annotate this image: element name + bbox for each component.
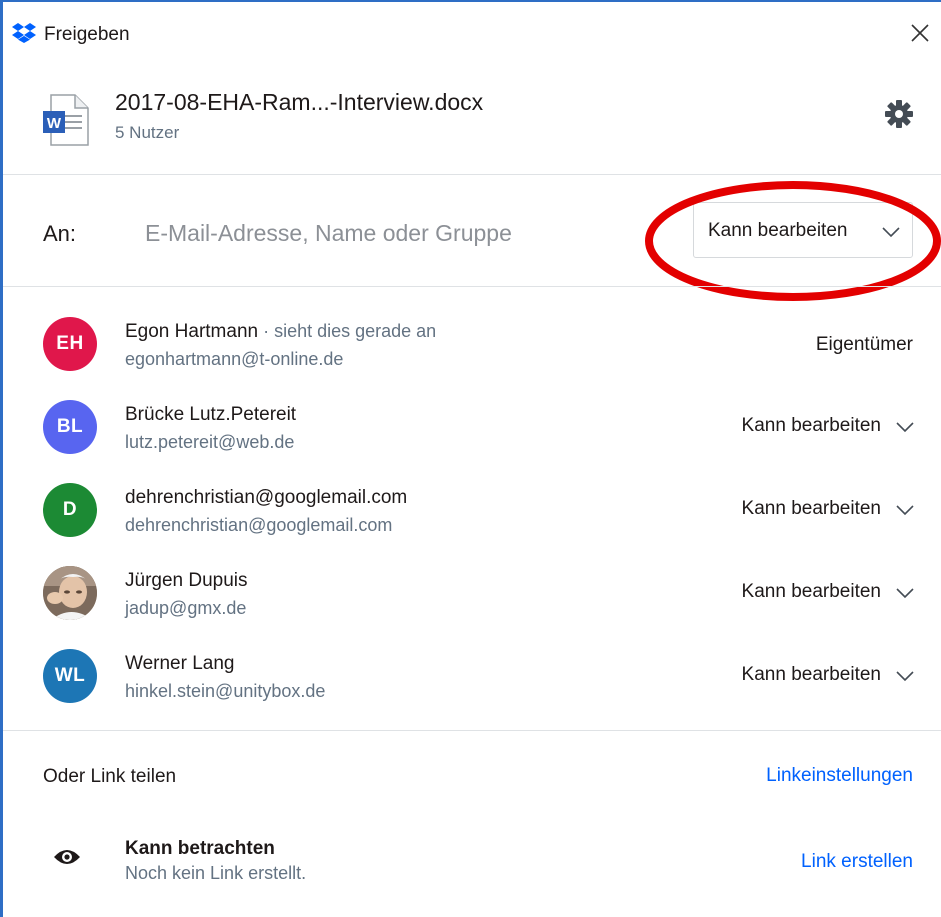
chevron-down-icon xyxy=(896,505,914,516)
avatar-photo xyxy=(43,566,97,620)
divider xyxy=(3,286,941,287)
permission-dropdown[interactable]: Kann bearbeiten xyxy=(693,202,913,258)
member-email: hinkel.stein@unitybox.de xyxy=(125,681,326,701)
member-permission-dropdown[interactable]: Kann bearbeiten xyxy=(742,664,915,686)
to-label: An: xyxy=(43,221,77,246)
member-name: Brücke Lutz.Petereit xyxy=(125,404,297,425)
member-email: dehrenchristian@googlemail.com xyxy=(125,515,393,535)
avatar: D xyxy=(43,483,97,537)
create-link-button[interactable]: Link erstellen xyxy=(801,851,913,873)
gear-icon[interactable] xyxy=(883,98,915,130)
chevron-down-icon xyxy=(896,588,914,599)
file-user-count: 5 Nutzer xyxy=(115,123,180,142)
divider xyxy=(3,174,941,175)
word-document-icon: W xyxy=(43,94,89,146)
share-dialog: Freigeben W 2017-08-EHA-Ram...-Interview… xyxy=(0,0,941,917)
avatar-initials: D xyxy=(62,499,78,520)
chevron-down-icon xyxy=(896,422,914,433)
file-name: 2017-08-EHA-Ram...-Interview.docx xyxy=(115,89,484,115)
dropbox-logo-icon xyxy=(12,23,36,43)
member-role: Kann bearbeiten xyxy=(741,664,881,685)
member-row: D dehrenchristian@googlemail.com dehrenc… xyxy=(3,478,941,558)
member-role: Kann bearbeiten xyxy=(741,498,881,519)
member-name: dehrenchristian@googlemail.com xyxy=(125,487,408,508)
avatar: BL xyxy=(43,400,97,454)
window-title: Freigeben xyxy=(44,24,130,45)
member-email: jadup@gmx.de xyxy=(125,598,247,618)
title-bar: Freigeben xyxy=(3,2,941,64)
divider xyxy=(3,730,941,731)
member-role: Eigentümer xyxy=(815,334,913,355)
avatar-initials: BL xyxy=(56,416,84,437)
chevron-down-icon xyxy=(882,227,900,238)
member-permission-dropdown[interactable]: Kann bearbeiten xyxy=(742,498,915,520)
profile-photo-icon xyxy=(43,566,97,620)
permission-dropdown-label: Kann bearbeiten xyxy=(708,220,848,241)
member-email: lutz.petereit@web.de xyxy=(125,432,295,452)
member-role: Kann bearbeiten xyxy=(741,581,881,602)
member-role: Kann bearbeiten xyxy=(741,415,881,436)
chevron-down-icon xyxy=(896,671,914,682)
member-status: · sieht dies gerade an xyxy=(258,321,437,341)
avatar-initials: EH xyxy=(56,333,84,354)
avatar-initials: WL xyxy=(54,665,86,686)
avatar: EH xyxy=(43,317,97,371)
eye-icon xyxy=(54,850,80,864)
link-share-heading: Oder Link teilen xyxy=(43,766,177,787)
link-status-text: Noch kein Link erstellt. xyxy=(125,863,307,883)
member-name-line: Egon Hartmann · sieht dies gerade an xyxy=(125,321,436,343)
link-permission-title: Kann betrachten xyxy=(125,838,275,859)
member-permission-dropdown[interactable]: Kann bearbeiten xyxy=(742,581,915,603)
member-name: Jürgen Dupuis xyxy=(125,570,248,591)
member-permission-dropdown[interactable]: Kann bearbeiten xyxy=(742,415,915,437)
avatar: WL xyxy=(43,649,97,703)
member-row: WL Werner Lang hinkel.stein@unitybox.de … xyxy=(3,644,941,724)
recipient-input[interactable] xyxy=(145,214,665,252)
svg-text:W: W xyxy=(47,115,62,132)
member-row: EH Egon Hartmann · sieht dies gerade an … xyxy=(3,312,941,392)
member-row: BL Brücke Lutz.Petereit lutz.petereit@we… xyxy=(3,395,941,475)
member-name: Egon Hartmann xyxy=(125,321,259,342)
member-row: Jürgen Dupuis jadup@gmx.de Kann bearbeit… xyxy=(3,561,941,641)
member-name: Werner Lang xyxy=(125,653,235,674)
member-email: egonhartmann@t-online.de xyxy=(125,349,344,369)
link-settings-link[interactable]: Linkeinstellungen xyxy=(766,765,913,787)
close-icon[interactable] xyxy=(907,20,933,46)
